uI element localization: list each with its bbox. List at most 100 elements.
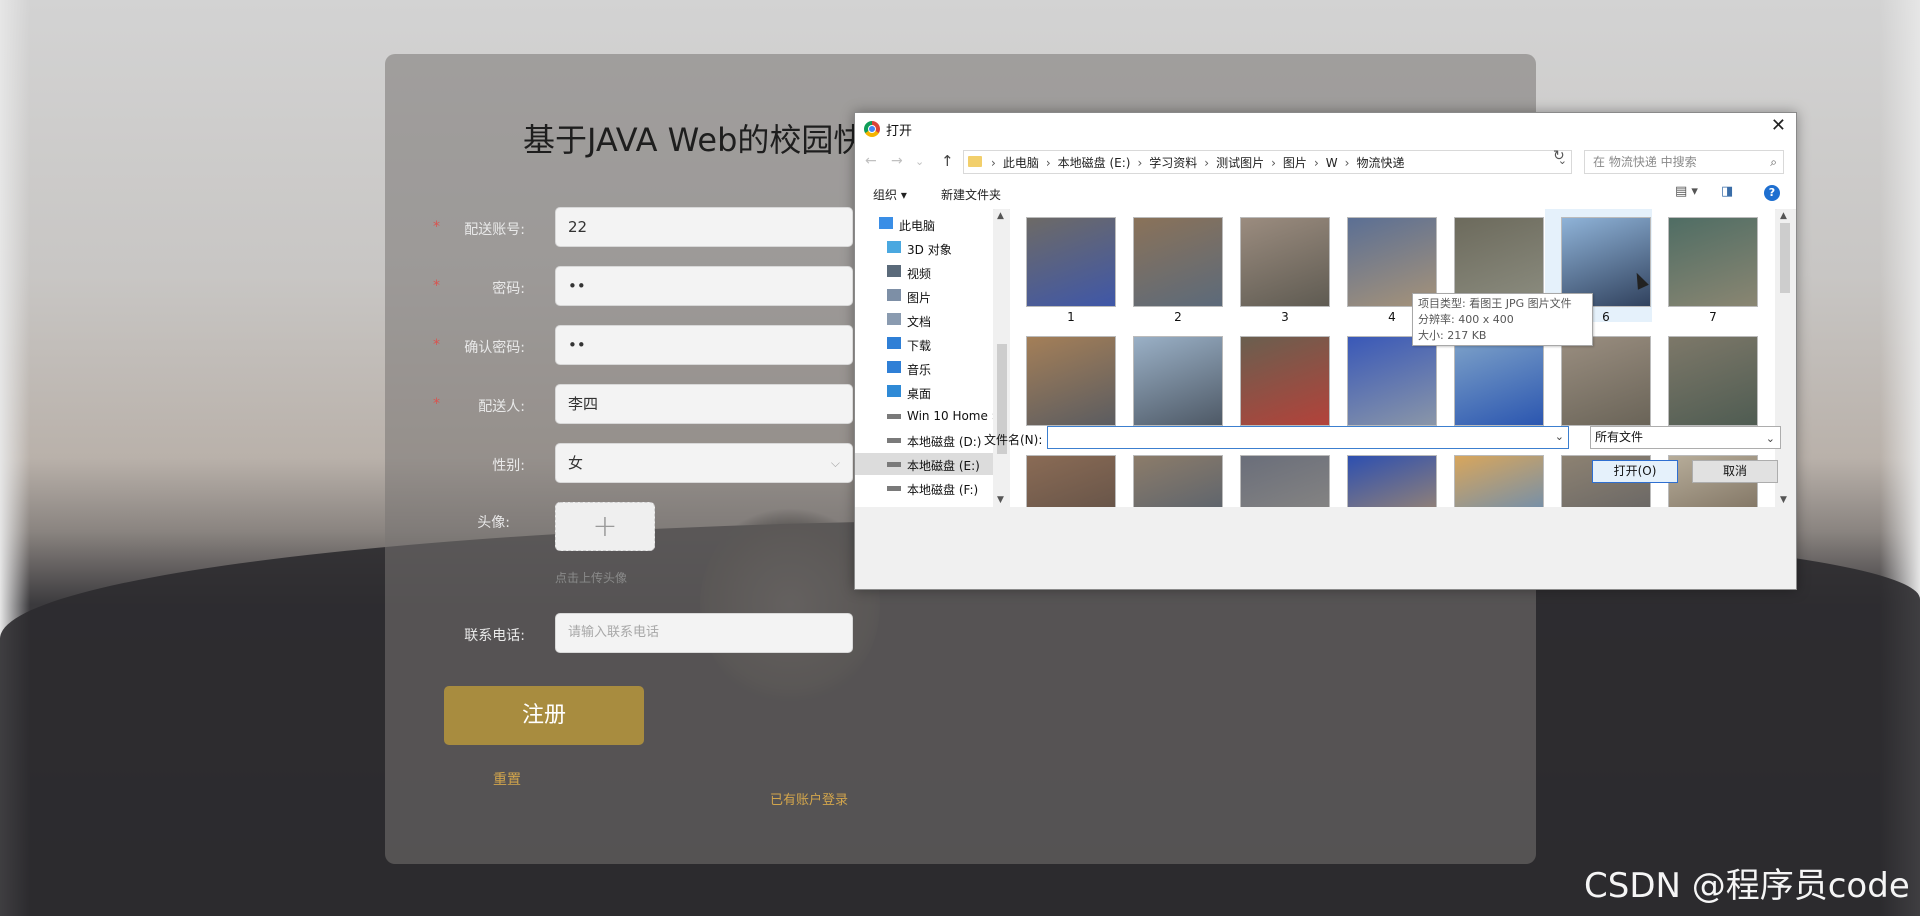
- filename-input[interactable]: ⌄: [1047, 426, 1569, 449]
- field-input[interactable]: 李四: [555, 384, 853, 424]
- file-open-dialog: 打开 ✕ ← → ⌄ ↑ › 此电脑 › 本地磁盘 (E:) › 学习资料 › 测试图片 › 图片…: [854, 112, 1797, 590]
- file-grid-scrollbar[interactable]: ▲ ▼: [1777, 209, 1793, 507]
- pictures-icon: [887, 289, 901, 301]
- file-tile[interactable]: [1224, 447, 1331, 507]
- file-tile[interactable]: 8: [1010, 328, 1117, 443]
- image-thumbnail: [1454, 336, 1544, 426]
- tree-item[interactable]: 桌面: [855, 381, 993, 403]
- new-folder-button[interactable]: 新建文件夹: [941, 186, 1001, 203]
- breadcrumb-separator-icon: ›: [1204, 156, 1210, 170]
- address-bar[interactable]: › 此电脑 › 本地磁盘 (E:) › 学习资料 › 测试图片 › 图片 › W › 物流快递 ⌄: [963, 150, 1572, 174]
- tree-item[interactable]: 本地磁盘 (D:): [855, 429, 993, 451]
- up-icon[interactable]: ↑: [941, 152, 954, 170]
- file-tile[interactable]: [1010, 447, 1117, 507]
- refresh-icon[interactable]: ↻: [1553, 148, 1565, 164]
- breadcrumb-item[interactable]: 测试图片: [1216, 156, 1264, 170]
- breadcrumb-item[interactable]: 物流快递: [1356, 156, 1404, 170]
- avatar-label: 头像:: [477, 515, 510, 531]
- scroll-down-icon[interactable]: ▼: [997, 495, 1004, 505]
- file-tile[interactable]: 3: [1224, 209, 1331, 324]
- image-thumbnail: [1668, 217, 1758, 307]
- watermark: CSDN @程序员code: [1584, 866, 1910, 906]
- tree-item[interactable]: 图片: [855, 285, 993, 307]
- documents-icon: [887, 313, 901, 325]
- organize-menu[interactable]: 组织 ▾: [873, 186, 907, 203]
- search-placeholder: 在 物流快递 中搜索: [1593, 155, 1697, 169]
- desktop-icon: [887, 385, 901, 397]
- field-input[interactable]: 女 ⌵: [555, 443, 853, 483]
- back-icon[interactable]: ←: [865, 153, 877, 169]
- tree-item-label: 本地磁盘 (F:): [907, 483, 979, 497]
- field-label: 配送人:: [478, 399, 525, 415]
- breadcrumb-item[interactable]: W: [1326, 156, 1338, 170]
- help-icon[interactable]: ?: [1764, 185, 1780, 201]
- field-input[interactable]: 22: [555, 207, 853, 247]
- breadcrumb-item[interactable]: 学习资料: [1149, 156, 1197, 170]
- view-options-icon[interactable]: ▤ ▾: [1675, 184, 1698, 199]
- tree-scrollbar[interactable]: ▲ ▼: [995, 209, 1009, 507]
- preview-pane-icon[interactable]: ◨: [1721, 184, 1733, 199]
- login-link[interactable]: 已有账户登录: [770, 789, 848, 808]
- image-thumbnail: [1026, 455, 1116, 507]
- image-thumbnail: [1026, 336, 1116, 426]
- file-grid-scrollbar-thumb[interactable]: [1780, 223, 1790, 293]
- file-tile[interactable]: [1117, 447, 1224, 507]
- tree-item[interactable]: 本地磁盘 (F:): [855, 477, 993, 499]
- scroll-up-icon[interactable]: ▲: [1780, 211, 1787, 221]
- tree-item[interactable]: 文档: [855, 309, 993, 331]
- tooltip-line: 分辨率: 400 x 400: [1418, 313, 1514, 326]
- tree-item[interactable]: 3D 对象: [855, 237, 993, 259]
- file-tile[interactable]: [1331, 447, 1438, 507]
- image-thumbnail: [1668, 336, 1758, 426]
- file-tile[interactable]: 9: [1117, 328, 1224, 443]
- chevron-down-icon[interactable]: ⌄: [1555, 430, 1564, 443]
- image-thumbnail: [1561, 336, 1651, 426]
- breadcrumb-item[interactable]: 本地磁盘 (E:): [1058, 156, 1131, 170]
- file-name: 7: [1709, 310, 1717, 324]
- phone-input[interactable]: 请输入联系电话: [555, 613, 853, 653]
- image-thumbnail: [1240, 336, 1330, 426]
- tree-item[interactable]: Win 10 Home ›: [855, 405, 993, 427]
- file-name: 3: [1281, 310, 1289, 324]
- tree-item-label: Win 10 Home ›: [907, 409, 993, 423]
- open-button[interactable]: 打开(O): [1592, 460, 1678, 483]
- breadcrumb-separator-icon: ›: [1045, 156, 1051, 170]
- cancel-button[interactable]: 取消: [1692, 460, 1778, 483]
- register-button[interactable]: 注册: [444, 686, 644, 745]
- file-type-select[interactable]: 所有文件 ⌄: [1590, 426, 1781, 449]
- file-tile[interactable]: 10: [1224, 328, 1331, 443]
- field-label: 性别:: [492, 458, 525, 474]
- file-tile[interactable]: 1: [1010, 209, 1117, 324]
- close-icon[interactable]: ✕: [1771, 115, 1786, 136]
- breadcrumb-item[interactable]: 图片: [1283, 156, 1307, 170]
- file-tile[interactable]: 7: [1652, 209, 1759, 324]
- reset-link[interactable]: 重置: [493, 769, 521, 789]
- tree-item-label: 桌面: [907, 387, 932, 401]
- search-input[interactable]: 在 物流快递 中搜索 ⌕: [1584, 150, 1784, 174]
- forward-icon[interactable]: →: [891, 153, 903, 169]
- tree-item[interactable]: 此电脑: [855, 213, 993, 235]
- tree-item[interactable]: 音乐: [855, 357, 993, 379]
- recent-locations-icon[interactable]: ⌄: [915, 155, 924, 168]
- file-tile[interactable]: 14: [1652, 328, 1759, 443]
- field-input[interactable]: ••: [555, 266, 853, 306]
- chevron-down-icon: ⌄: [1765, 432, 1775, 445]
- field-input[interactable]: ••: [555, 325, 853, 365]
- tree-item-label: 本地磁盘 (D:): [907, 435, 982, 449]
- file-tile[interactable]: [1438, 447, 1545, 507]
- image-thumbnail: [1133, 455, 1223, 507]
- scroll-down-icon[interactable]: ▼: [1780, 495, 1787, 505]
- scroll-up-icon[interactable]: ▲: [997, 211, 1004, 221]
- folder-icon: [968, 156, 982, 167]
- image-thumbnail: [1347, 455, 1437, 507]
- file-tile[interactable]: 2: [1117, 209, 1224, 324]
- tree-item[interactable]: 下载: [855, 333, 993, 355]
- tree-item[interactable]: 视频: [855, 261, 993, 283]
- tree-item[interactable]: 本地磁盘 (E:): [855, 453, 993, 475]
- breadcrumb: › 此电脑 › 本地磁盘 (E:) › 学习资料 › 测试图片 › 图片 › W › 物流快递: [988, 154, 1408, 171]
- image-thumbnail: [1026, 217, 1116, 307]
- breadcrumb-separator-icon: ›: [1313, 156, 1319, 170]
- dialog-toolbar: 组织 ▾ 新建文件夹 ▤ ▾ ◨ ?: [855, 179, 1796, 210]
- breadcrumb-item[interactable]: 此电脑: [1003, 156, 1039, 170]
- avatar-upload-button[interactable]: +: [555, 502, 655, 551]
